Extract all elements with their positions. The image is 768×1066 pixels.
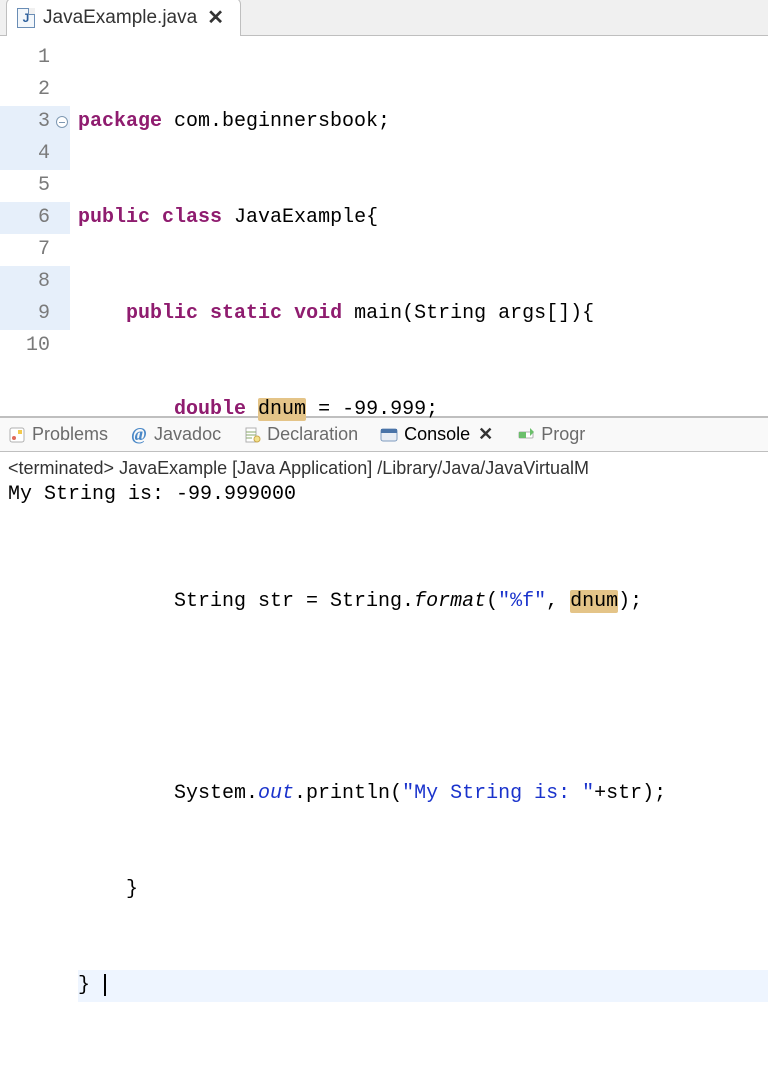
code-line: System.out.println("My String is: "+str)… <box>78 778 768 810</box>
code-line: public static void main(String args[]){ <box>78 298 768 330</box>
editor-tab-javaexample[interactable]: J JavaExample.java ✕ <box>6 0 241 36</box>
variable-highlight: dnum <box>258 398 306 421</box>
javadoc-icon: @ <box>130 426 148 444</box>
code-line: } <box>78 874 768 906</box>
line-number: 3 <box>0 106 70 138</box>
progress-icon <box>517 426 535 444</box>
code-line: public class JavaExample{ <box>78 202 768 234</box>
variable-highlight: dnum <box>570 590 618 613</box>
tab-label: Console <box>404 424 470 445</box>
declaration-icon <box>243 426 261 444</box>
tab-declaration[interactable]: Declaration <box>243 424 358 445</box>
tab-label: Javadoc <box>154 424 221 445</box>
line-number: 6 <box>0 202 70 234</box>
tab-problems[interactable]: Problems <box>8 424 108 445</box>
editor-tab-label: JavaExample.java <box>43 7 197 29</box>
editor-tab-bar: J JavaExample.java ✕ <box>0 0 768 36</box>
java-file-icon: J <box>17 8 35 28</box>
problems-icon <box>8 426 26 444</box>
tab-progress[interactable]: Progr <box>517 424 585 445</box>
line-number: 7 <box>0 234 70 266</box>
line-number: 9 <box>0 298 70 330</box>
code-line <box>78 682 768 714</box>
close-view-button[interactable]: ✕ <box>476 424 495 445</box>
line-number: 1 <box>0 42 70 74</box>
tab-console[interactable]: Console ✕ <box>380 424 495 445</box>
code-line: package com.beginnersbook; <box>78 106 768 138</box>
fold-collapse-icon[interactable] <box>56 116 68 128</box>
text-cursor <box>104 974 106 996</box>
line-number: 4 <box>0 138 70 170</box>
tab-label: Declaration <box>267 424 358 445</box>
console-icon <box>380 426 398 444</box>
line-number: 8 <box>0 266 70 298</box>
line-number: 10 <box>0 330 70 362</box>
code-editor[interactable]: 1 2 3 4 5 6 7 8 9 10 package com.beginne… <box>0 36 768 416</box>
tab-label: Problems <box>32 424 108 445</box>
close-tab-button[interactable]: ✕ <box>205 5 226 30</box>
code-text-area[interactable]: package com.beginnersbook; public class … <box>70 36 768 416</box>
code-line-current: } <box>78 970 768 1002</box>
code-line: String str = String.format("%f", dnum); <box>78 586 768 618</box>
code-line: double dnum = -99.999; <box>78 394 768 426</box>
line-number: 5 <box>0 170 70 202</box>
tab-javadoc[interactable]: @ Javadoc <box>130 424 221 445</box>
line-number-value: 3 <box>38 110 50 133</box>
line-number: 2 <box>0 74 70 106</box>
tab-label: Progr <box>541 424 585 445</box>
line-number-gutter: 1 2 3 4 5 6 7 8 9 10 <box>0 36 70 416</box>
